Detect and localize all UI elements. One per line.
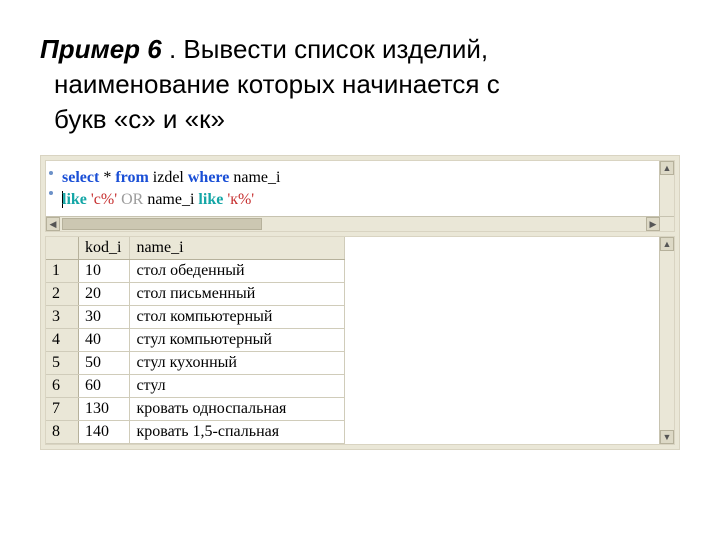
col-name: name_i bbox=[229, 169, 280, 186]
heading-sep: . bbox=[162, 34, 184, 64]
cell-kod[interactable]: 30 bbox=[79, 306, 130, 329]
cell-kod[interactable]: 140 bbox=[79, 421, 130, 444]
cell-kod[interactable]: 50 bbox=[79, 352, 130, 375]
result-grid[interactable]: kod_i name_i 110стол обеденный220стол пи… bbox=[45, 236, 675, 445]
cell-name[interactable]: стул кухонный bbox=[130, 352, 345, 375]
row-number: 8 bbox=[46, 421, 79, 444]
row-number: 2 bbox=[46, 283, 79, 306]
table-header-row: kod_i name_i bbox=[46, 237, 345, 260]
col-header-kod[interactable]: kod_i bbox=[79, 237, 130, 260]
kw-select: select bbox=[62, 169, 99, 186]
literal: 'с%' bbox=[87, 191, 121, 208]
cell-name[interactable]: кровать односпальная bbox=[130, 398, 345, 421]
table-row[interactable]: 330стол компьютерный bbox=[46, 306, 345, 329]
kw-like: like bbox=[62, 191, 87, 208]
scroll-right-icon[interactable]: ▶ bbox=[646, 217, 660, 231]
slide: Пример 6 . Вывести список изделий, наиме… bbox=[0, 0, 720, 540]
table-row[interactable]: 550стул кухонный bbox=[46, 352, 345, 375]
row-number: 6 bbox=[46, 375, 79, 398]
cell-name[interactable]: стол обеденный bbox=[130, 260, 345, 283]
slide-heading: Пример 6 . Вывести список изделий, наиме… bbox=[40, 32, 680, 137]
heading-line1: Вывести список изделий, bbox=[183, 34, 488, 64]
table-row[interactable]: 8140кровать 1,5-спальная bbox=[46, 421, 345, 444]
cell-kod[interactable]: 60 bbox=[79, 375, 130, 398]
sql-line-1: select * from izdel where name_i bbox=[62, 167, 666, 189]
scroll-thumb[interactable] bbox=[62, 218, 262, 230]
cell-name[interactable]: стол компьютерный bbox=[130, 306, 345, 329]
literal: 'к%' bbox=[223, 191, 254, 208]
cell-kod[interactable]: 10 bbox=[79, 260, 130, 283]
scroll-left-icon[interactable]: ◀ bbox=[46, 217, 60, 231]
col-header-name[interactable]: name_i bbox=[130, 237, 345, 260]
kw-like: like bbox=[198, 191, 223, 208]
row-number: 7 bbox=[46, 398, 79, 421]
kw-where: where bbox=[188, 169, 229, 186]
table-row[interactable]: 440стул компьютерный bbox=[46, 329, 345, 352]
scroll-up-icon[interactable]: ▲ bbox=[660, 161, 674, 175]
scroll-down-icon[interactable]: ▼ bbox=[660, 430, 674, 444]
table-row[interactable]: 7130кровать односпальная bbox=[46, 398, 345, 421]
table-row[interactable]: 660стул bbox=[46, 375, 345, 398]
star: * bbox=[99, 169, 115, 186]
sql-line-2: like 'с%' OR name_i like 'к%' bbox=[62, 189, 666, 211]
row-number: 3 bbox=[46, 306, 79, 329]
line-marker-icon bbox=[49, 171, 53, 175]
cell-kod[interactable]: 40 bbox=[79, 329, 130, 352]
line-marker-icon bbox=[49, 191, 53, 195]
heading-prefix: Пример 6 bbox=[40, 34, 162, 64]
kw-or: OR bbox=[121, 191, 143, 208]
sql-hscrollbar[interactable]: ◀ ▶ bbox=[46, 216, 674, 231]
cell-name[interactable]: стул bbox=[130, 375, 345, 398]
table-name: izdel bbox=[149, 169, 188, 186]
cell-name[interactable]: стол письменный bbox=[130, 283, 345, 306]
scroll-up-icon[interactable]: ▲ bbox=[660, 237, 674, 251]
heading-line3: букв «с» и «к» bbox=[54, 102, 680, 137]
cell-kod[interactable]: 20 bbox=[79, 283, 130, 306]
cell-name[interactable]: кровать 1,5-спальная bbox=[130, 421, 345, 444]
row-number: 1 bbox=[46, 260, 79, 283]
grid-vscrollbar[interactable]: ▲ ▼ bbox=[659, 237, 674, 444]
sql-editor[interactable]: select * from izdel where name_i like 'с… bbox=[45, 160, 675, 232]
cell-kod[interactable]: 130 bbox=[79, 398, 130, 421]
corner-cell bbox=[46, 237, 79, 260]
sql-window: select * from izdel where name_i like 'с… bbox=[40, 155, 680, 450]
heading-line2: наименование которых начинается с bbox=[54, 67, 680, 102]
result-table: kod_i name_i 110стол обеденный220стол пи… bbox=[46, 237, 345, 444]
kw-from: from bbox=[115, 169, 148, 186]
col-name: name_i bbox=[143, 191, 198, 208]
row-number: 4 bbox=[46, 329, 79, 352]
row-number: 5 bbox=[46, 352, 79, 375]
cell-name[interactable]: стул компьютерный bbox=[130, 329, 345, 352]
table-row[interactable]: 110стол обеденный bbox=[46, 260, 345, 283]
table-row[interactable]: 220стол письменный bbox=[46, 283, 345, 306]
